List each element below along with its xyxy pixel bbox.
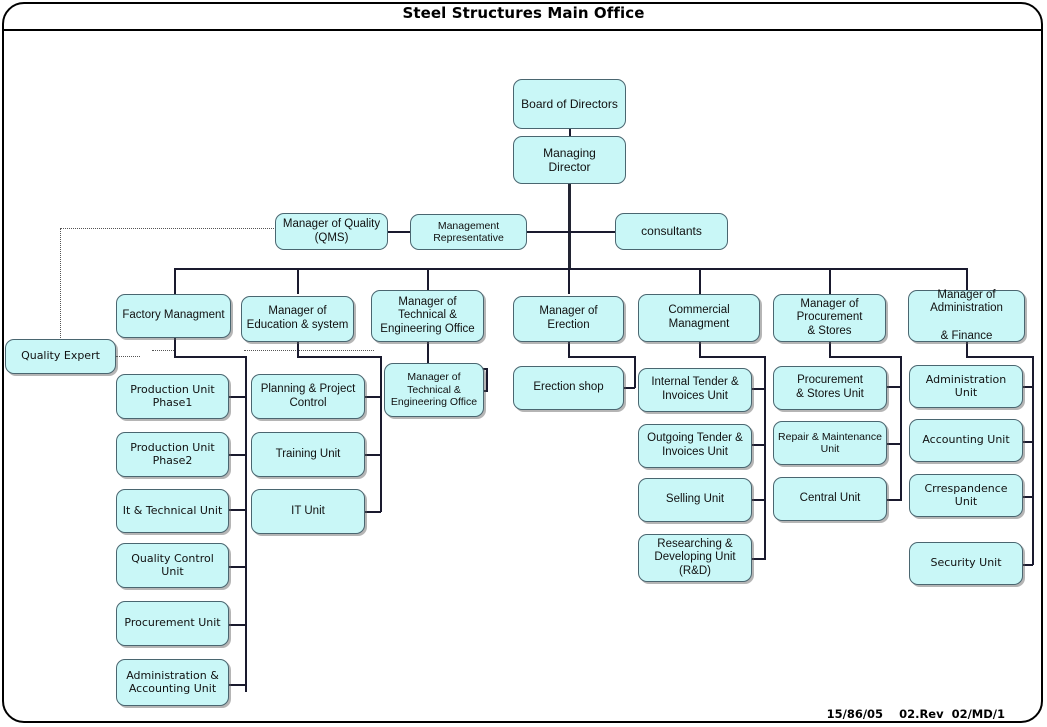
dotted-connector-qms-left: [60, 228, 276, 229]
connector-board-md: [569, 129, 571, 136]
connector-factory-spine: [245, 356, 247, 692]
node-management-representative[interactable]: Management Representative: [410, 214, 527, 250]
title-divider: [4, 29, 1043, 31]
node-commercial-managment[interactable]: Commercial Managment: [638, 294, 760, 342]
connector-administration-child-2: [1022, 441, 1033, 443]
node-production-unit-phase2[interactable]: Production Unit Phase2: [116, 432, 229, 477]
connector-commercial-child-4: [751, 558, 765, 560]
dotted-connector-qe-right2: [152, 350, 176, 351]
node-administration-accounting-unit[interactable]: Administration & Accounting Unit: [116, 659, 229, 706]
node-procurement-unit[interactable]: Procurement Unit: [116, 601, 229, 646]
document-revision-footer: 15/86/05 02.Rev 02/MD/1: [826, 707, 1005, 721]
node-procurement-stores-unit[interactable]: Procurement & Stores Unit: [773, 366, 887, 410]
connector-education-drop: [297, 342, 299, 357]
connector-education-child-2: [364, 454, 381, 456]
node-manager-of-erection[interactable]: Manager of Erection: [513, 296, 624, 342]
node-accounting-unit[interactable]: Accounting Unit: [909, 419, 1023, 462]
connector-administration-child-4: [1022, 564, 1033, 566]
connector-education-spine: [380, 356, 382, 512]
connector-md-spine: [568, 184, 571, 269]
node-manager-of-technical[interactable]: Manager of Technical & Engineering Offic…: [371, 290, 484, 342]
node-it-unit[interactable]: IT Unit: [251, 489, 365, 534]
connector-commercial-child-2: [751, 444, 765, 446]
connector-administration-child-3: [1022, 496, 1033, 498]
connector-procurement-spine: [900, 356, 902, 501]
node-board-of-directors[interactable]: Board of Directors: [513, 79, 626, 129]
node-internal-tender-invoices-unit[interactable]: Internal Tender & Invoices Unit: [638, 368, 752, 412]
page-title: Steel Structures Main Office: [402, 4, 645, 22]
node-security-unit[interactable]: Security Unit: [909, 542, 1023, 585]
node-manager-of-quality[interactable]: Manager of Quality (QMS): [275, 213, 388, 250]
connector-erection-child-1: [624, 387, 635, 389]
connector-procurement-child-2: [886, 443, 901, 445]
connector-procurement-drop: [829, 342, 831, 357]
connector-procurement-child-1: [886, 386, 901, 388]
node-production-unit-phase1[interactable]: Production Unit Phase1: [116, 374, 229, 419]
connector-commercial-spine: [764, 356, 766, 560]
connector-factory-child-6: [229, 684, 246, 686]
node-training-unit[interactable]: Training Unit: [251, 432, 365, 477]
node-erection-shop[interactable]: Erection shop: [513, 366, 624, 410]
connector-erection-spine: [634, 356, 636, 388]
connector-mgmtrep-spine: [527, 231, 570, 233]
connector-technical-spine: [486, 368, 488, 391]
connector-education-child-1: [364, 396, 381, 398]
connector-administration-child-1: [1022, 386, 1033, 388]
connector-commercial-child-1: [751, 388, 765, 390]
node-quality-control-unit[interactable]: Quality Control Unit: [116, 543, 229, 588]
dotted-connector-qe-right: [116, 356, 140, 357]
node-selling-unit[interactable]: Selling Unit: [638, 478, 752, 522]
node-factory-managment[interactable]: Factory Managment: [116, 294, 231, 338]
node-manager-of-procurement[interactable]: Manager of Procurement & Stores: [773, 294, 886, 342]
node-researching-developing-unit[interactable]: Researching & Developing Unit (R&D): [638, 534, 752, 582]
connector-factory-child-2: [229, 454, 246, 456]
connector-commercial-drop: [699, 342, 701, 357]
connector-bus-erection: [568, 268, 570, 294]
node-manager-technical-engineering-office[interactable]: Manager of Technical & Engineering Offic…: [384, 363, 484, 417]
connector-procurement-child-3: [886, 499, 901, 501]
node-managing-director[interactable]: Managing Director: [513, 136, 626, 184]
connector-factory-child-4: [229, 566, 246, 568]
node-consultants[interactable]: consultants: [615, 213, 728, 250]
connector-administration-arm: [966, 356, 1033, 358]
connector-education-arm: [297, 356, 381, 358]
node-administration-unit[interactable]: Administration Unit: [909, 365, 1023, 408]
connector-factory-child-5: [229, 624, 246, 626]
dotted-connector-qms-down: [60, 228, 61, 342]
connector-spine-consultants: [568, 231, 615, 233]
node-repair-maintenance-unit[interactable]: Repair & Maintenance Unit: [773, 421, 887, 465]
connector-procurement-arm: [829, 356, 901, 358]
node-it-and-technical-unit[interactable]: It & Technical Unit: [116, 489, 229, 533]
connector-bus-education: [297, 268, 299, 294]
connector-administration-drop: [966, 342, 968, 357]
connector-commercial-child-3: [751, 499, 765, 501]
node-crrespandence-unit[interactable]: Crrespandence Unit: [909, 474, 1023, 517]
connector-factory-drop: [174, 338, 176, 357]
connector-bus-commercial: [699, 268, 701, 294]
org-chart-canvas: Steel Structures Main Office Board of Di…: [0, 0, 1047, 727]
connector-factory-child-3: [229, 509, 246, 511]
connector-qms-mgmtrep: [388, 231, 410, 233]
node-planning-project-control[interactable]: Planning & Project Control: [251, 374, 365, 419]
connector-erection-drop: [568, 342, 570, 357]
connector-bus-factory: [174, 268, 176, 294]
connector-bus-procurement: [829, 268, 831, 294]
dotted-connector-qe-right3: [244, 350, 374, 351]
node-manager-of-education[interactable]: Manager of Education & system: [241, 296, 354, 342]
connector-commercial-arm: [699, 356, 765, 358]
connector-erection-arm: [568, 356, 635, 358]
node-central-unit[interactable]: Central Unit: [773, 477, 887, 521]
connector-education-child-3: [364, 511, 381, 513]
node-manager-of-administration[interactable]: Manager of Administration & Finance: [908, 289, 1025, 342]
connector-factory-child-1: [229, 396, 246, 398]
node-outgoing-tender-invoices-unit[interactable]: Outgoing Tender & Invoices Unit: [638, 424, 752, 468]
node-quality-expert[interactable]: Quality Expert: [5, 339, 116, 374]
connector-main-bus: [174, 268, 967, 270]
connector-factory-arm: [174, 356, 246, 358]
